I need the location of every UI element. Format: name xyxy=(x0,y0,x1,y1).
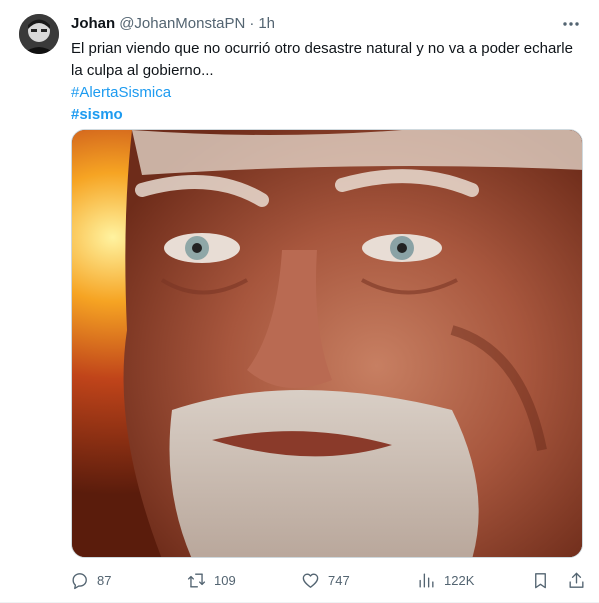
more-options-button[interactable] xyxy=(561,14,581,34)
heart-icon xyxy=(302,572,319,588)
ellipsis-icon xyxy=(563,22,579,26)
author-name[interactable]: Johan xyxy=(71,14,115,34)
tweet-card[interactable]: Johan @JohanMonstaPN · 1h El prian viend… xyxy=(0,0,599,603)
tweet-time[interactable]: 1h xyxy=(258,14,275,34)
reply-button[interactable]: 87 xyxy=(70,568,111,592)
views-button[interactable]: 122K xyxy=(417,568,474,592)
share-icon xyxy=(569,572,584,588)
meme-photo xyxy=(72,130,582,557)
share-button[interactable] xyxy=(567,568,586,592)
like-count: 747 xyxy=(328,572,350,588)
views-icon xyxy=(419,572,434,588)
avatar-image xyxy=(19,14,59,54)
header-separator: · xyxy=(249,15,255,32)
views-count: 122K xyxy=(444,572,475,588)
bookmark-icon xyxy=(535,572,546,588)
reply-icon xyxy=(72,572,87,589)
tweet-actions: 87 109 747 122K xyxy=(70,568,590,592)
bookmark-button[interactable] xyxy=(531,568,550,592)
hashtag-alertasismica[interactable]: #AlertaSismica xyxy=(71,82,586,104)
retweet-count: 109 xyxy=(214,572,236,588)
tweet-text: El prian viendo que no ocurrió otro desa… xyxy=(71,40,573,79)
hashtag-sismo[interactable]: #sismo xyxy=(71,104,586,126)
author-avatar[interactable] xyxy=(19,14,59,54)
retweet-icon xyxy=(187,572,206,588)
author-handle[interactable]: @JohanMonstaPN xyxy=(119,14,245,34)
tweet-media-image[interactable] xyxy=(71,129,583,558)
tweet-header: Johan @JohanMonstaPN · 1h xyxy=(71,14,581,34)
reply-count: 87 xyxy=(97,572,112,588)
tweet-body: El prian viendo que no ocurrió otro desa… xyxy=(71,38,586,126)
like-button[interactable]: 747 xyxy=(301,568,350,592)
retweet-button[interactable]: 109 xyxy=(187,568,236,592)
